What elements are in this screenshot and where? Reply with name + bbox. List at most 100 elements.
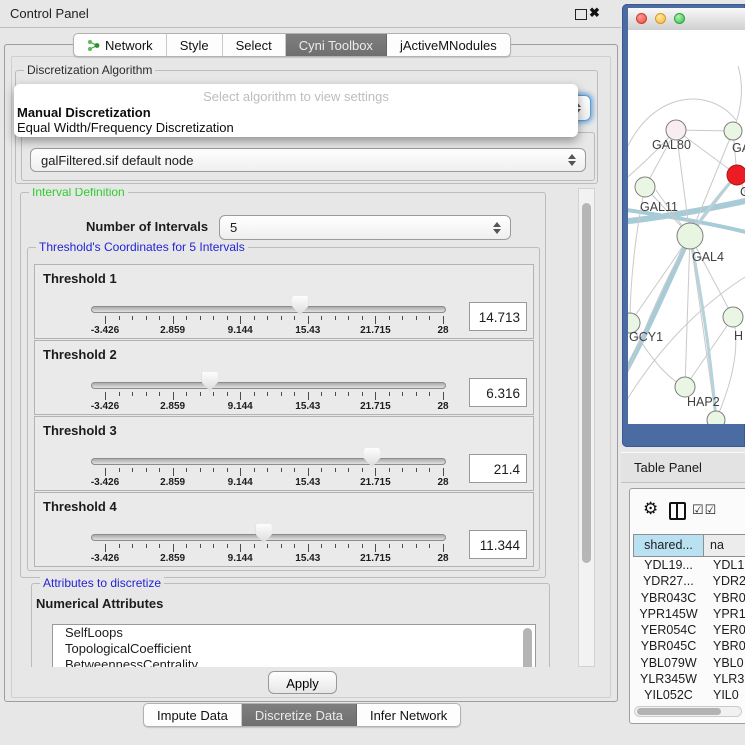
cell-name[interactable]: YLR3 <box>704 671 744 687</box>
cell-name[interactable]: YBR0 <box>704 590 745 606</box>
threshold-value-field[interactable]: 14.713 <box>469 302 527 331</box>
network-node[interactable] <box>707 411 725 424</box>
menu-item-manual-discretization[interactable]: Manual Discretization <box>17 105 151 120</box>
close-icon[interactable]: ✖ <box>589 5 600 21</box>
table-row[interactable]: YDR27...YDR2 <box>633 573 745 589</box>
network-node[interactable] <box>666 120 686 140</box>
network-node[interactable] <box>727 165 745 185</box>
cell-name[interactable]: YBL0 <box>704 655 744 671</box>
tick-mark <box>240 316 241 324</box>
table-row[interactable]: YIL052CYIL0 <box>633 687 745 703</box>
network-node[interactable] <box>723 307 743 327</box>
tick-mark <box>119 316 120 320</box>
network-node[interactable] <box>724 122 742 140</box>
threshold-coordinates-group: Threshold's Coordinates for 5 Intervals … <box>27 247 540 571</box>
table-row[interactable]: YPR145WYPR1 <box>633 606 745 622</box>
table-row[interactable]: YBR045CYBR0 <box>633 638 745 654</box>
cell-shared-name[interactable]: YDR27... <box>633 573 704 589</box>
tab-jactivemnodules[interactable]: jActiveMNodules <box>387 34 510 56</box>
table-hscrollbar-thumb[interactable] <box>637 708 721 715</box>
table-row[interactable]: YDL19...YDL1 <box>633 557 745 573</box>
settings-scrollbar[interactable] <box>578 188 595 667</box>
tab-impute-data[interactable]: Impute Data <box>144 704 242 726</box>
zoom-traffic-light-icon[interactable] <box>674 13 685 24</box>
tab-infer-network[interactable]: Infer Network <box>357 704 460 726</box>
network-window-titlebar[interactable] <box>628 8 745 31</box>
column-split-icon[interactable] <box>669 502 686 520</box>
tab-style[interactable]: Style <box>167 34 223 56</box>
attribute-item[interactable]: TopologicalCoefficient <box>53 641 535 657</box>
control-panel-title: Control Panel <box>10 6 89 21</box>
tab-cyni-toolbox[interactable]: Cyni Toolbox <box>286 34 387 56</box>
tick-mark <box>254 392 255 396</box>
gear-icon[interactable]: ⚙ <box>643 499 658 519</box>
network-node[interactable] <box>677 223 703 249</box>
tick-mark <box>443 392 444 400</box>
minimize-traffic-light-icon[interactable] <box>655 13 666 24</box>
tick-label: 15.43 <box>283 401 333 412</box>
close-traffic-light-icon[interactable] <box>636 13 647 24</box>
tick-mark <box>132 468 133 472</box>
tick-mark <box>308 544 309 552</box>
slider-ticks <box>105 392 443 401</box>
table-data-combobox[interactable]: galFiltered.sif default node <box>30 148 586 172</box>
cell-shared-name[interactable]: YBR043C <box>633 590 704 606</box>
tick-mark <box>227 316 228 320</box>
attribute-item[interactable]: BetweennessCentrality <box>53 657 535 667</box>
tick-mark <box>159 316 160 320</box>
network-node[interactable] <box>635 177 655 197</box>
tab-discretize-data[interactable]: Discretize Data <box>242 704 357 726</box>
cell-shared-name[interactable]: YPR145W <box>633 606 704 622</box>
tick-mark <box>294 468 295 472</box>
attribute-item[interactable]: SelfLoops <box>53 625 535 641</box>
tick-label: -3.426 <box>80 401 130 412</box>
tick-mark <box>159 392 160 396</box>
threshold-value-field[interactable]: 11.344 <box>469 530 527 559</box>
table-row[interactable]: YER054CYER0 <box>633 622 745 638</box>
cell-name[interactable]: YDL1 <box>704 557 744 573</box>
tab-network[interactable]: Network <box>74 34 167 56</box>
cell-name[interactable]: YIL0 <box>704 687 739 703</box>
table-row[interactable]: YBL079WYBL0 <box>633 655 745 671</box>
tick-mark <box>213 468 214 472</box>
cell-name[interactable]: YDR2 <box>704 573 745 589</box>
cell-shared-name[interactable]: YIL052C <box>633 687 704 703</box>
tick-mark <box>159 468 160 472</box>
table-hscrollbar[interactable] <box>634 706 742 717</box>
tick-mark <box>267 316 268 320</box>
apply-button[interactable]: Apply <box>268 671 337 694</box>
slider-track[interactable] <box>91 306 446 313</box>
settings-scrollbar-thumb[interactable] <box>582 203 591 563</box>
cell-shared-name[interactable]: YER054C <box>633 622 704 638</box>
cell-shared-name[interactable]: YDL19... <box>633 557 704 573</box>
table-panel-title: Table Panel <box>634 460 702 475</box>
slider-track[interactable] <box>91 458 446 465</box>
slider-track[interactable] <box>91 382 446 389</box>
threshold-panel: Threshold 2 -3.4262.8599.14415.4321.7152… <box>34 340 534 415</box>
cell-name[interactable]: YER0 <box>704 622 745 638</box>
numerical-attributes-list[interactable]: SelfLoopsTopologicalCoefficientBetweenne… <box>52 624 536 667</box>
network-node[interactable] <box>675 377 695 397</box>
cell-name[interactable]: YPR1 <box>704 606 745 622</box>
select-columns-icon[interactable]: ☑☑ <box>692 502 717 518</box>
threshold-value-field[interactable]: 21.4 <box>469 454 527 483</box>
tick-label: 9.144 <box>215 325 265 336</box>
network-canvas[interactable]: GAL80 GA C GAL11 GAL4 GCY1 H HAP2 <box>628 30 745 424</box>
column-header-name[interactable]: na <box>704 534 745 557</box>
number-of-intervals-combobox[interactable]: 5 <box>219 215 511 240</box>
cell-shared-name[interactable]: YBR045C <box>633 638 704 654</box>
float-window-icon[interactable] <box>575 9 587 20</box>
column-header-shared-name[interactable]: shared... <box>633 534 704 557</box>
cell-shared-name[interactable]: YBL079W <box>633 655 704 671</box>
cell-name[interactable]: YBR0 <box>704 638 745 654</box>
list-scrollbar[interactable] <box>523 628 532 667</box>
tab-select[interactable]: Select <box>223 34 286 56</box>
table-row[interactable]: YLR345WYLR3 <box>633 671 745 687</box>
table-row[interactable]: YBR043CYBR0 <box>633 590 745 606</box>
threshold-panel: Threshold 1 -3.4262.8599.14415.4321.7152… <box>34 264 534 339</box>
cell-shared-name[interactable]: YLR345W <box>633 671 704 687</box>
tick-mark <box>321 544 322 548</box>
tick-mark <box>146 392 147 396</box>
threshold-value-field[interactable]: 6.316 <box>469 378 527 407</box>
menu-item-equal-width-frequency[interactable]: Equal Width/Frequency Discretization <box>17 120 234 135</box>
